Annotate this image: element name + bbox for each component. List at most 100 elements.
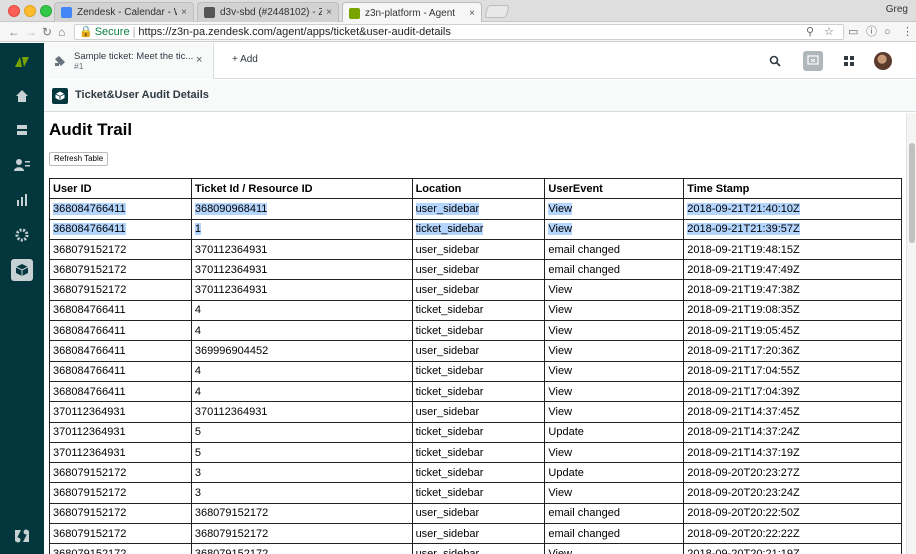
table-cell: 368084766411: [49, 299, 192, 322]
table-cell: View: [544, 543, 685, 554]
cast-icon[interactable]: ▭: [848, 24, 858, 40]
table-cell: 1: [190, 218, 413, 240]
cell-text: 2018-09-21T21:40:10Z: [687, 202, 800, 215]
ticket-icon: [55, 56, 65, 66]
audit-table-body: 368084766411 368090968411 user_sidebar View…: [49, 198, 902, 554]
address-separator: |: [132, 26, 136, 38]
add-tab-button[interactable]: + Add: [232, 54, 258, 65]
table-cell: View: [544, 299, 685, 322]
table-cell: Update: [544, 421, 685, 443]
views-icon[interactable]: [11, 119, 33, 141]
browser-tab-bar: Zendesk - Calendar - Week of × d3v-sbd (…: [0, 0, 916, 23]
browser-tab-ticket[interactable]: d3v-sbd (#2448102) - Zende ×: [197, 2, 339, 22]
browser-toolbar: ← → ↻ ⌂ 🔒 Secure | https://z3n-pa.zendesk.c…: [0, 22, 916, 42]
browser-tab-agent[interactable]: z3n-platform - Agent ×: [342, 2, 482, 23]
table-row[interactable]: 368079152172 370112364931 user_sidebar View…: [49, 279, 902, 301]
refresh-table-button[interactable]: Refresh Table: [49, 152, 109, 166]
reporting-icon[interactable]: [11, 189, 33, 211]
close-tab-icon[interactable]: ×: [469, 8, 475, 19]
table-cell: 370112364931: [190, 259, 413, 281]
table-cell: 368084766411: [49, 340, 192, 362]
home-icon[interactable]: [11, 85, 33, 107]
page-scrollbar[interactable]: [906, 113, 916, 554]
extension-icon[interactable]: ⓘ: [866, 24, 877, 40]
cell-text: 3: [194, 466, 201, 479]
cell-text: 370112364931: [194, 284, 268, 297]
table-row[interactable]: 368079152172 370112364931 user_sidebar emai…: [49, 238, 902, 261]
forward-arrow-icon[interactable]: →: [25, 24, 37, 40]
table-row[interactable]: 368084766411 4 ticket_sidebar View 2018-09-2…: [49, 360, 902, 382]
table-row[interactable]: 368079152172 368079152172 user_sidebar View…: [49, 543, 902, 554]
secure-label: Secure: [94, 26, 130, 38]
top-header: Sample ticket: Meet the tic... #1 × + Ad…: [44, 43, 916, 79]
product-tray-icon[interactable]: [839, 51, 859, 71]
table-cell: 370112364931: [49, 421, 192, 443]
conversations-icon[interactable]: [803, 51, 823, 71]
minimize-window-button[interactable]: [24, 5, 36, 17]
admin-icon[interactable]: [11, 224, 33, 246]
cell-text: 2018-09-21T19:05:45Z: [687, 324, 800, 337]
browser-tab-calendar[interactable]: Zendesk - Calendar - Week of ×: [54, 2, 194, 22]
table-cell: 4: [190, 320, 413, 342]
table-cell: 2018-09-21T17:20:36Z: [683, 340, 902, 362]
zoom-window-button[interactable]: [40, 5, 52, 17]
table-row[interactable]: 368079152172 368079152172 user_sidebar emai…: [49, 523, 902, 545]
ticket-tab[interactable]: Sample ticket: Meet the tic... #1 ×: [44, 43, 214, 79]
table-cell: ticket_sidebar: [411, 441, 546, 464]
table-row[interactable]: 370112364931 5 ticket_sidebar Update 2018-09…: [49, 421, 902, 443]
table-row[interactable]: 368084766411 369996904452 user_sidebar View…: [49, 340, 902, 362]
cell-text: 368084766411: [53, 365, 126, 378]
cell-text: 4: [194, 324, 201, 337]
cell-text: View: [548, 223, 573, 236]
table-cell: email changed: [544, 238, 685, 261]
close-tab-icon[interactable]: ×: [181, 7, 187, 18]
table-cell: user_sidebar: [411, 543, 546, 554]
zoom-icon[interactable]: ⚲: [806, 24, 814, 40]
cell-text: 2018-09-21T19:47:49Z: [687, 263, 800, 276]
table-row[interactable]: 368079152172 3 ticket_sidebar Update 2018-09…: [49, 462, 902, 484]
zendesk-favicon-icon: [204, 7, 215, 18]
table-cell: 368084766411: [49, 360, 192, 382]
app-header: Ticket&User Audit Details: [44, 80, 916, 112]
table-row[interactable]: 368084766411 4 ticket_sidebar View 2018-09-2…: [49, 299, 902, 322]
apps-icon[interactable]: [11, 259, 33, 281]
cell-text: 368084766411: [53, 345, 126, 358]
table-row[interactable]: 368079152172 370112364931 user_sidebar emai…: [49, 259, 902, 281]
browser-profile-name[interactable]: Greg: [886, 4, 908, 15]
bookmark-star-icon[interactable]: ☆: [824, 24, 834, 40]
scrollbar-thumb[interactable]: [909, 143, 915, 243]
table-cell: 369996904452: [190, 340, 413, 362]
reload-icon[interactable]: ↻: [42, 24, 52, 40]
new-tab-button[interactable]: [484, 5, 510, 18]
cell-text: 368079152172: [53, 263, 127, 276]
table-cell: 3: [190, 482, 413, 504]
table-row[interactable]: 368079152172 368079152172 user_sidebar emai…: [49, 502, 902, 525]
extension-2-icon[interactable]: ○: [884, 24, 891, 40]
table-row[interactable]: 368084766411 1 ticket_sidebar View 2018-09-2…: [49, 218, 902, 240]
search-icon[interactable]: [765, 51, 785, 71]
cell-text: user_sidebar: [415, 243, 480, 256]
zendesk-support-logo-icon[interactable]: [11, 50, 33, 72]
close-window-button[interactable]: [8, 5, 20, 17]
close-tab-icon[interactable]: ×: [326, 7, 332, 18]
table-row[interactable]: 370112364931 370112364931 user_sidebar View…: [49, 401, 902, 423]
table-row[interactable]: 368084766411 4 ticket_sidebar View 2018-09-2…: [49, 320, 902, 342]
chrome-menu-icon[interactable]: ⋮: [902, 24, 913, 40]
avatar[interactable]: [874, 52, 892, 70]
cell-text: 2018-09-21T19:48:15Z: [687, 243, 800, 256]
table-cell: View: [544, 320, 685, 342]
table-cell: 370112364931: [49, 401, 192, 423]
app-title: Ticket&User Audit Details: [75, 89, 209, 101]
customers-icon[interactable]: [11, 154, 33, 176]
table-row[interactable]: 368084766411 4 ticket_sidebar View 2018-09-2…: [49, 380, 902, 403]
table-row[interactable]: 368079152172 3 ticket_sidebar View 2018-09-2…: [49, 482, 902, 504]
close-ticket-tab-icon[interactable]: ×: [196, 54, 202, 66]
back-arrow-icon[interactable]: ←: [8, 24, 20, 40]
zendesk-logo-icon[interactable]: [11, 525, 33, 547]
address-bar[interactable]: 🔒 Secure | https://z3n-pa.zendesk.com/agent…: [74, 24, 844, 40]
cell-text: 368084766411: [53, 223, 126, 236]
audit-table: User ID Ticket Id / Resource ID Location…: [49, 177, 902, 554]
table-row[interactable]: 370112364931 5 ticket_sidebar View 2018-09-2…: [49, 441, 902, 464]
table-row[interactable]: 368084766411 368090968411 user_sidebar View…: [49, 198, 902, 220]
home-page-icon[interactable]: ⌂: [58, 24, 65, 40]
